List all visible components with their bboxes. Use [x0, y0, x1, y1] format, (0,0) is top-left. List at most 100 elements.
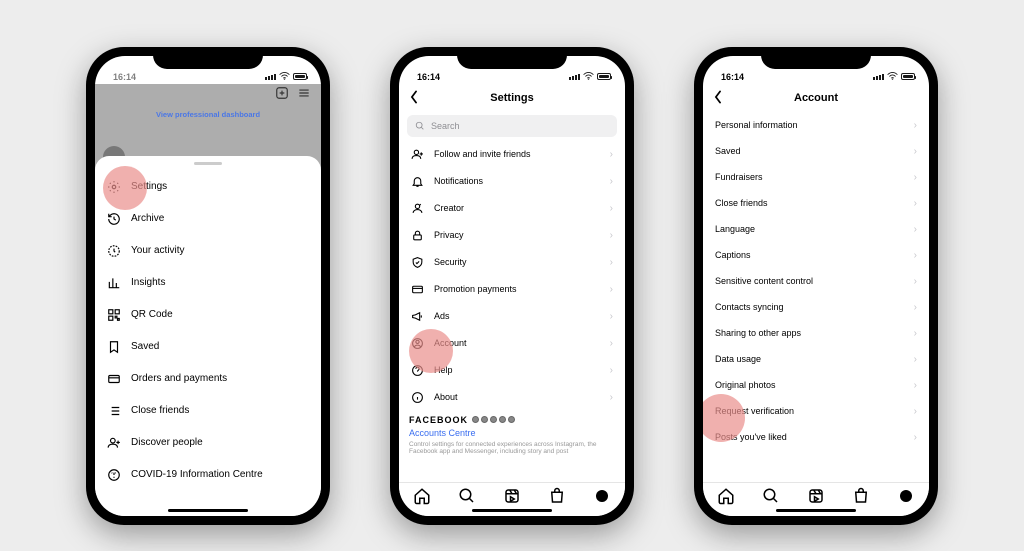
- accounts-centre-link[interactable]: Accounts Centre: [409, 428, 615, 438]
- tab-reels[interactable]: [503, 487, 521, 505]
- menu-orders[interactable]: Orders and payments: [95, 363, 321, 395]
- page-header: Settings: [399, 84, 625, 112]
- bottom-sheet: Settings Archive Your activity Insights …: [95, 156, 321, 516]
- dashboard-link[interactable]: View professional dashboard: [95, 110, 321, 119]
- chevron-right-icon: ›: [914, 276, 917, 287]
- account-language[interactable]: Language›: [703, 216, 929, 242]
- account-original-photos[interactable]: Original photos›: [703, 372, 929, 398]
- tab-home[interactable]: [413, 487, 431, 505]
- sheet-handle[interactable]: [194, 162, 222, 165]
- settings-help[interactable]: Help›: [399, 357, 625, 384]
- account-sharing-apps[interactable]: Sharing to other apps›: [703, 320, 929, 346]
- account-captions[interactable]: Captions›: [703, 242, 929, 268]
- chevron-right-icon: ›: [914, 406, 917, 417]
- qr-icon: [107, 308, 121, 322]
- hamburger-icon[interactable]: [297, 86, 311, 104]
- tab-search[interactable]: [458, 487, 476, 505]
- creator-icon: [411, 202, 424, 215]
- add-icon[interactable]: [275, 86, 289, 104]
- settings-notifications[interactable]: Notifications ›: [399, 168, 625, 195]
- status-time: 16:14: [113, 72, 136, 82]
- battery-icon: [597, 73, 611, 80]
- settings-privacy[interactable]: Privacy›: [399, 222, 625, 249]
- card-icon: [411, 283, 424, 296]
- menu-insights[interactable]: Insights: [95, 267, 321, 299]
- settings-label: Ads: [434, 311, 450, 321]
- menu-discover[interactable]: Discover people: [95, 427, 321, 459]
- back-button[interactable]: [713, 90, 723, 107]
- tab-reels[interactable]: [807, 487, 825, 505]
- account-fundraisers[interactable]: Fundraisers›: [703, 164, 929, 190]
- facebook-brand: FACEBOOK: [409, 415, 615, 425]
- search-placeholder: Search: [431, 121, 460, 131]
- settings-security[interactable]: Security›: [399, 249, 625, 276]
- settings-account[interactable]: Account ›: [399, 330, 625, 357]
- notch: [153, 47, 263, 69]
- facebook-desc: Control settings for connected experienc…: [409, 441, 615, 457]
- chevron-right-icon: ›: [914, 224, 917, 235]
- account-data-usage[interactable]: Data usage›: [703, 346, 929, 372]
- menu-your-activity[interactable]: Your activity: [95, 235, 321, 267]
- phone-settings: 16:14 Settings Search Follow and invite …: [390, 47, 634, 525]
- menu-label: Your activity: [131, 245, 185, 256]
- account-personal-info[interactable]: Personal information›: [703, 112, 929, 138]
- chevron-right-icon: ›: [610, 284, 613, 295]
- signal-icon: [265, 74, 276, 80]
- menu-covid[interactable]: COVID-19 Information Centre: [95, 459, 321, 491]
- chevron-right-icon: ›: [610, 338, 613, 349]
- home-indicator[interactable]: [168, 509, 248, 512]
- menu-qr[interactable]: QR Code: [95, 299, 321, 331]
- menu-label: Archive: [131, 213, 164, 224]
- tab-shop[interactable]: [548, 487, 566, 505]
- chevron-right-icon: ›: [914, 198, 917, 209]
- tab-search[interactable]: [762, 487, 780, 505]
- chevron-right-icon: ›: [610, 230, 613, 241]
- menu-label: Settings: [131, 181, 167, 192]
- wifi-icon: [887, 72, 898, 82]
- home-indicator[interactable]: [472, 509, 552, 512]
- info-icon: [411, 391, 424, 404]
- account-saved[interactable]: Saved›: [703, 138, 929, 164]
- settings-label: Creator: [434, 203, 464, 213]
- chevron-right-icon: ›: [610, 311, 613, 322]
- signal-icon: [569, 74, 580, 80]
- chevron-right-icon: ›: [610, 365, 613, 376]
- menu-close-friends[interactable]: Close friends: [95, 395, 321, 427]
- settings-creator[interactable]: Creator›: [399, 195, 625, 222]
- account-icon: [411, 337, 424, 350]
- search-input[interactable]: Search: [407, 115, 617, 137]
- battery-icon: [901, 73, 915, 80]
- settings-promotion[interactable]: Promotion payments›: [399, 276, 625, 303]
- settings-follow-invite[interactable]: Follow and invite friends›: [399, 141, 625, 168]
- help-icon: [411, 364, 424, 377]
- settings-about[interactable]: About›: [399, 384, 625, 411]
- screen: 16:14 Settings Search Follow and invite …: [399, 56, 625, 516]
- account-request-verification[interactable]: Request verification›: [703, 398, 929, 424]
- settings-label: Follow and invite friends: [434, 149, 531, 159]
- menu-settings[interactable]: Settings: [95, 171, 321, 203]
- person-plus-icon: [107, 436, 121, 450]
- tab-home[interactable]: [717, 487, 735, 505]
- account-sensitive[interactable]: Sensitive content control›: [703, 268, 929, 294]
- back-button[interactable]: [409, 90, 419, 107]
- bell-icon: [411, 175, 424, 188]
- account-posts-liked[interactable]: Posts you've liked›: [703, 424, 929, 450]
- menu-saved[interactable]: Saved: [95, 331, 321, 363]
- settings-label: Notifications: [434, 176, 483, 186]
- menu-archive[interactable]: Archive: [95, 203, 321, 235]
- tab-profile[interactable]: [593, 487, 611, 505]
- status-indicators: [265, 72, 307, 82]
- settings-label: Security: [434, 257, 467, 267]
- gear-icon: [107, 180, 121, 194]
- settings-ads[interactable]: Ads ›: [399, 303, 625, 330]
- tab-shop[interactable]: [852, 487, 870, 505]
- home-indicator[interactable]: [776, 509, 856, 512]
- account-contacts-syncing[interactable]: Contacts syncing›: [703, 294, 929, 320]
- info-icon: [107, 468, 121, 482]
- facebook-section: FACEBOOK Accounts Centre Control setting…: [399, 411, 625, 461]
- wifi-icon: [279, 72, 290, 82]
- account-close-friends[interactable]: Close friends›: [703, 190, 929, 216]
- tab-profile[interactable]: [897, 487, 915, 505]
- settings-label: Account: [434, 338, 467, 348]
- chevron-right-icon: ›: [610, 176, 613, 187]
